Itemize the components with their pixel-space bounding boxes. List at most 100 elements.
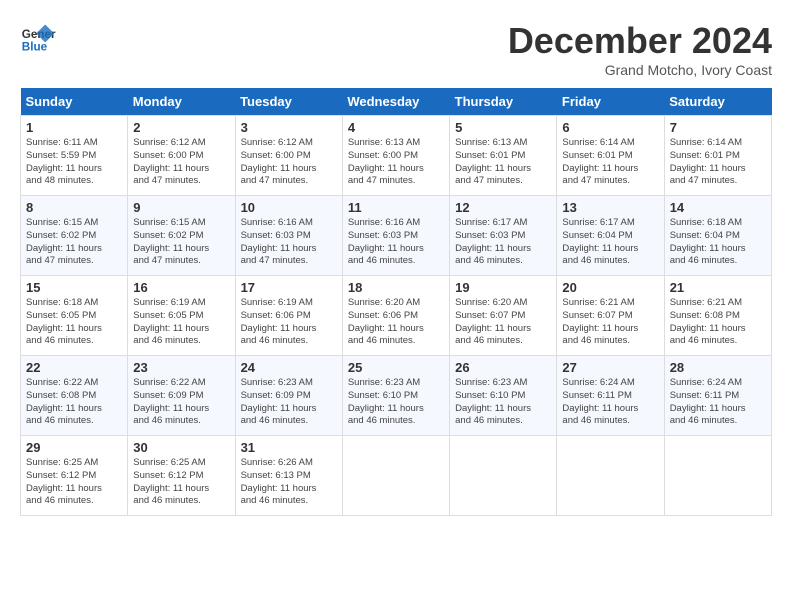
week-row-2: 8 Sunrise: 6:15 AM Sunset: 6:02 PM Daylig… [21,196,772,276]
day-number: 18 [348,280,444,295]
day-number: 26 [455,360,551,375]
weekday-header-thursday: Thursday [450,88,557,116]
day-number: 21 [670,280,766,295]
day-number: 2 [133,120,229,135]
day-number: 3 [241,120,337,135]
day-cell: 10Sunrise: 6:16 AM Sunset: 6:03 PM Dayli… [235,196,342,276]
day-cell: 15Sunrise: 6:18 AM Sunset: 6:05 PM Dayli… [21,276,128,356]
weekday-header-monday: Monday [128,88,235,116]
day-cell: 20 Sunrise: 6:21 AM Sunset: 6:07 PM Dayli… [557,276,664,356]
day-info: Sunrise: 6:23 AM Sunset: 6:10 PM Dayligh… [348,377,444,428]
weekday-header-saturday: Saturday [664,88,771,116]
day-info: Sunrise: 6:23 AM Sunset: 6:09 PM Dayligh… [241,377,337,428]
day-info: Sunrise: 6:21 AM Sunset: 6:08 PM Dayligh… [670,297,766,348]
day-cell: 24 Sunrise: 6:23 AM Sunset: 6:09 PM Dayli… [235,356,342,436]
day-cell: 4 Sunrise: 6:13 AM Sunset: 6:00 PM Daylig… [342,116,449,196]
day-number: 31 [241,440,337,455]
day-cell: 21 Sunrise: 6:21 AM Sunset: 6:08 PM Dayli… [664,276,771,356]
day-info: Sunrise: 6:25 AM Sunset: 6:12 PM Dayligh… [26,457,122,508]
day-number: 23 [133,360,229,375]
day-info: Sunrise: 6:26 AM Sunset: 6:13 PM Dayligh… [241,457,337,508]
day-number: 1 [26,120,122,135]
day-number: 24 [241,360,337,375]
day-info: Sunrise: 6:18 AM Sunset: 6:04 PM Dayligh… [670,217,766,268]
day-info: Sunrise: 6:17 AM Sunset: 6:04 PM Dayligh… [562,217,658,268]
weekday-header-tuesday: Tuesday [235,88,342,116]
day-info: Sunrise: 6:16 AM Sunset: 6:03 PM Dayligh… [241,217,337,268]
day-info: Sunrise: 6:12 AM Sunset: 6:00 PM Dayligh… [241,137,337,188]
day-cell: 9 Sunrise: 6:15 AM Sunset: 6:02 PM Daylig… [128,196,235,276]
day-number: 22 [26,360,122,375]
day-number: 25 [348,360,444,375]
day-info: Sunrise: 6:22 AM Sunset: 6:08 PM Dayligh… [26,377,122,428]
day-info: Sunrise: 6:14 AM Sunset: 6:01 PM Dayligh… [562,137,658,188]
day-info: Sunrise: 6:16 AM Sunset: 6:03 PM Dayligh… [348,217,444,268]
day-info: Sunrise: 6:19 AM Sunset: 6:05 PM Dayligh… [133,297,229,348]
day-cell [557,436,664,516]
day-cell: 17 Sunrise: 6:19 AM Sunset: 6:06 PM Dayli… [235,276,342,356]
day-number: 8 [26,200,122,215]
day-cell: 12Sunrise: 6:17 AM Sunset: 6:03 PM Dayli… [450,196,557,276]
day-info: Sunrise: 6:17 AM Sunset: 6:03 PM Dayligh… [455,217,551,268]
day-number: 20 [562,280,658,295]
day-cell [342,436,449,516]
day-info: Sunrise: 6:15 AM Sunset: 6:02 PM Dayligh… [133,217,229,268]
day-cell: 6Sunrise: 6:14 AM Sunset: 6:01 PM Daylig… [557,116,664,196]
day-cell: 30 Sunrise: 6:25 AM Sunset: 6:12 PM Dayli… [128,436,235,516]
week-row-1: 1 Sunrise: 6:11 AM Sunset: 5:59 PM Daylig… [21,116,772,196]
day-number: 19 [455,280,551,295]
day-number: 7 [670,120,766,135]
weekday-header-wednesday: Wednesday [342,88,449,116]
day-cell: 3 Sunrise: 6:12 AM Sunset: 6:00 PM Daylig… [235,116,342,196]
day-info: Sunrise: 6:13 AM Sunset: 6:00 PM Dayligh… [348,137,444,188]
day-cell: 11Sunrise: 6:16 AM Sunset: 6:03 PM Dayli… [342,196,449,276]
day-info: Sunrise: 6:12 AM Sunset: 6:00 PM Dayligh… [133,137,229,188]
day-cell [664,436,771,516]
day-number: 4 [348,120,444,135]
day-cell: 23 Sunrise: 6:22 AM Sunset: 6:09 PM Dayli… [128,356,235,436]
calendar-table: SundayMondayTuesdayWednesdayThursdayFrid… [20,88,772,516]
day-cell: 5 Sunrise: 6:13 AM Sunset: 6:01 PM Daylig… [450,116,557,196]
day-cell: 1 Sunrise: 6:11 AM Sunset: 5:59 PM Daylig… [21,116,128,196]
day-number: 9 [133,200,229,215]
day-info: Sunrise: 6:19 AM Sunset: 6:06 PM Dayligh… [241,297,337,348]
logo: General Blue [20,20,56,56]
day-cell: 25 Sunrise: 6:23 AM Sunset: 6:10 PM Dayli… [342,356,449,436]
day-number: 13 [562,200,658,215]
day-cell: 26 Sunrise: 6:23 AM Sunset: 6:10 PM Dayli… [450,356,557,436]
week-row-3: 15Sunrise: 6:18 AM Sunset: 6:05 PM Dayli… [21,276,772,356]
day-cell: 16Sunrise: 6:19 AM Sunset: 6:05 PM Dayli… [128,276,235,356]
day-cell: 29 Sunrise: 6:25 AM Sunset: 6:12 PM Dayli… [21,436,128,516]
day-info: Sunrise: 6:23 AM Sunset: 6:10 PM Dayligh… [455,377,551,428]
day-info: Sunrise: 6:11 AM Sunset: 5:59 PM Dayligh… [26,137,122,188]
day-number: 28 [670,360,766,375]
day-number: 14 [670,200,766,215]
location: Grand Motcho, Ivory Coast [508,62,772,78]
day-cell: 27Sunrise: 6:24 AM Sunset: 6:11 PM Dayli… [557,356,664,436]
week-row-4: 22 Sunrise: 6:22 AM Sunset: 6:08 PM Dayli… [21,356,772,436]
day-cell [450,436,557,516]
day-cell: 14 Sunrise: 6:18 AM Sunset: 6:04 PM Dayli… [664,196,771,276]
day-info: Sunrise: 6:22 AM Sunset: 6:09 PM Dayligh… [133,377,229,428]
logo-icon: General Blue [20,20,56,56]
day-number: 15 [26,280,122,295]
day-info: Sunrise: 6:20 AM Sunset: 6:06 PM Dayligh… [348,297,444,348]
day-number: 5 [455,120,551,135]
day-cell: 22 Sunrise: 6:22 AM Sunset: 6:08 PM Dayli… [21,356,128,436]
weekday-header-row: SundayMondayTuesdayWednesdayThursdayFrid… [21,88,772,116]
day-number: 30 [133,440,229,455]
day-number: 17 [241,280,337,295]
day-cell: 31 Sunrise: 6:26 AM Sunset: 6:13 PM Dayli… [235,436,342,516]
day-info: Sunrise: 6:20 AM Sunset: 6:07 PM Dayligh… [455,297,551,348]
day-cell: 2 Sunrise: 6:12 AM Sunset: 6:00 PM Daylig… [128,116,235,196]
day-cell: 19 Sunrise: 6:20 AM Sunset: 6:07 PM Dayli… [450,276,557,356]
day-info: Sunrise: 6:13 AM Sunset: 6:01 PM Dayligh… [455,137,551,188]
day-info: Sunrise: 6:15 AM Sunset: 6:02 PM Dayligh… [26,217,122,268]
day-info: Sunrise: 6:21 AM Sunset: 6:07 PM Dayligh… [562,297,658,348]
day-cell: 18 Sunrise: 6:20 AM Sunset: 6:06 PM Dayli… [342,276,449,356]
page-header: General Blue December 2024 Grand Motcho,… [20,20,772,78]
day-info: Sunrise: 6:14 AM Sunset: 6:01 PM Dayligh… [670,137,766,188]
day-number: 29 [26,440,122,455]
day-number: 27 [562,360,658,375]
day-info: Sunrise: 6:25 AM Sunset: 6:12 PM Dayligh… [133,457,229,508]
